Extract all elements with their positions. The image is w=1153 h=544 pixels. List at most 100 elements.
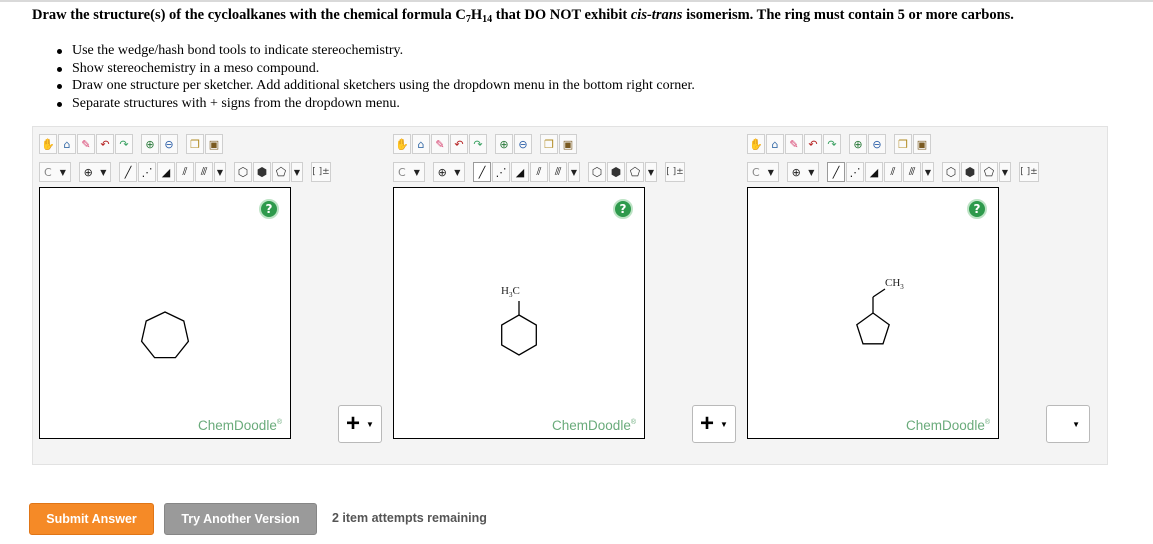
copy-button[interactable]: ❐: [894, 134, 912, 154]
charge-selector[interactable]: ⊕ ▼: [787, 162, 819, 182]
submit-answer-button[interactable]: Submit Answer: [29, 503, 154, 535]
wedge-bond-tool[interactable]: ◢: [511, 162, 529, 182]
bracket-icon: [ ]±: [666, 167, 684, 177]
copy-button[interactable]: ❐: [540, 134, 558, 154]
redo-button[interactable]: ↷: [823, 134, 841, 154]
ring-menu-button[interactable]: ▼: [645, 162, 657, 182]
copy-button[interactable]: ❐: [186, 134, 204, 154]
wedge-bond-icon: ◢: [161, 165, 171, 179]
zoom-out-button[interactable]: ⊖: [868, 134, 886, 154]
zoom-out-icon: ⊖: [518, 137, 528, 151]
chevron-down-icon: ▼: [59, 167, 66, 177]
bracket-tool[interactable]: [ ]±: [665, 162, 685, 182]
double-bond-tool[interactable]: ⫽: [530, 162, 548, 182]
redo-button[interactable]: ↷: [115, 134, 133, 154]
chevron-down-icon: ▼: [293, 167, 301, 177]
erase-button[interactable]: ⌂: [58, 134, 76, 154]
charge-selector[interactable]: ⊕ ▼: [79, 162, 111, 182]
hexagon-ring-tool[interactable]: ⬢: [253, 162, 271, 182]
pentagon-ring-tool[interactable]: ⬠: [272, 162, 290, 182]
redo-button[interactable]: ↷: [469, 134, 487, 154]
methyl-label: CH3: [885, 277, 904, 292]
chevron-down-icon: ▼: [767, 167, 774, 177]
sketcher-2: ✋ ⌂ ✎ ↶ ↷ ⊕ ⊖ ❐ ▣ C ▼ ⊕ ▼ ╱ ⋰ ◢ ⫽ ⫻ ▼ ⬡ ⬢ ⬠ ▼[ ]± H3C? ChemDoodl…: [386, 130, 686, 442]
undo-button[interactable]: ↶: [450, 134, 468, 154]
ring-menu-button[interactable]: ▼: [291, 162, 303, 182]
double-bond-icon: ⫽: [536, 165, 542, 178]
sketcher-canvas[interactable]: H3C? ChemDoodle®: [393, 187, 645, 439]
hexagon-ring-icon: ⬢: [256, 165, 268, 179]
hash-bond-tool[interactable]: ⋰: [846, 162, 864, 182]
help-button[interactable]: ?: [613, 199, 633, 219]
chevron-down-icon: ▼: [924, 167, 932, 177]
zoom-in-icon: ⊕: [853, 137, 863, 151]
single-bond-tool[interactable]: ╱: [119, 162, 137, 182]
copy-icon: ❐: [544, 137, 554, 151]
top-divider: [0, 0, 1153, 2]
hand-button[interactable]: ✋: [39, 134, 57, 154]
benzene-ring-tool[interactable]: ⬡: [588, 162, 606, 182]
hand-button[interactable]: ✋: [393, 134, 411, 154]
wedge-bond-tool[interactable]: ◢: [157, 162, 175, 182]
bracket-tool[interactable]: [ ]±: [311, 162, 331, 182]
erase-button[interactable]: ⌂: [766, 134, 784, 154]
triple-bond-tool[interactable]: ⫻: [549, 162, 567, 182]
erase-button[interactable]: ⌂: [412, 134, 430, 154]
pentagon-ring-icon: ⬠: [983, 165, 995, 179]
paste-icon: ▣: [916, 137, 928, 151]
pentagon-ring-tool[interactable]: ⬠: [980, 162, 998, 182]
element-label: C: [752, 165, 760, 179]
single-bond-tool[interactable]: ╱: [473, 162, 491, 182]
element-selector[interactable]: C ▼: [747, 162, 779, 182]
undo-button[interactable]: ↶: [96, 134, 114, 154]
pencil-button[interactable]: ✎: [77, 134, 95, 154]
hand-button[interactable]: ✋: [747, 134, 765, 154]
triple-bond-icon: ⫻: [554, 165, 562, 178]
paste-button[interactable]: ▣: [913, 134, 931, 154]
pencil-button[interactable]: ✎: [785, 134, 803, 154]
hash-bond-tool[interactable]: ⋰: [138, 162, 156, 182]
double-bond-tool[interactable]: ⫽: [884, 162, 902, 182]
sketcher-canvas[interactable]: CH3? ChemDoodle®: [747, 187, 999, 439]
undo-button[interactable]: ↶: [804, 134, 822, 154]
double-bond-tool[interactable]: ⫽: [176, 162, 194, 182]
bracket-tool[interactable]: [ ]±: [1019, 162, 1039, 182]
help-button[interactable]: ?: [967, 199, 987, 219]
paste-button[interactable]: ▣: [559, 134, 577, 154]
paste-button[interactable]: ▣: [205, 134, 223, 154]
zoom-in-button[interactable]: ⊕: [849, 134, 867, 154]
single-bond-icon: ╱: [478, 165, 486, 179]
separator-dropdown-1[interactable]: + ▼: [338, 405, 382, 443]
wedge-bond-tool[interactable]: ◢: [865, 162, 883, 182]
element-label: C: [44, 165, 52, 179]
hexagon-ring-icon: ⬢: [964, 165, 976, 179]
bond-menu-button[interactable]: ▼: [922, 162, 934, 182]
element-selector[interactable]: C ▼: [393, 162, 425, 182]
add-sketcher-dropdown[interactable]: ▼: [1046, 405, 1090, 443]
try-another-version-button[interactable]: Try Another Version: [164, 503, 317, 535]
triple-bond-tool[interactable]: ⫻: [903, 162, 921, 182]
ring-menu-button[interactable]: ▼: [999, 162, 1011, 182]
element-label: C: [398, 165, 406, 179]
zoom-out-button[interactable]: ⊖: [514, 134, 532, 154]
hash-bond-tool[interactable]: ⋰: [492, 162, 510, 182]
bond-menu-button[interactable]: ▼: [568, 162, 580, 182]
zoom-in-button[interactable]: ⊕: [495, 134, 513, 154]
separator-dropdown-2[interactable]: + ▼: [692, 405, 736, 443]
zoom-out-button[interactable]: ⊖: [160, 134, 178, 154]
help-button[interactable]: ?: [259, 199, 279, 219]
hash-bond-icon: ⋰: [141, 165, 153, 179]
sketcher-canvas[interactable]: ? ChemDoodle®: [39, 187, 291, 439]
benzene-ring-tool[interactable]: ⬡: [234, 162, 252, 182]
pencil-button[interactable]: ✎: [431, 134, 449, 154]
zoom-in-button[interactable]: ⊕: [141, 134, 159, 154]
benzene-ring-tool[interactable]: ⬡: [942, 162, 960, 182]
pentagon-ring-tool[interactable]: ⬠: [626, 162, 644, 182]
single-bond-tool[interactable]: ╱: [827, 162, 845, 182]
charge-selector[interactable]: ⊕ ▼: [433, 162, 465, 182]
hexagon-ring-tool[interactable]: ⬢: [607, 162, 625, 182]
element-selector[interactable]: C ▼: [39, 162, 71, 182]
hexagon-ring-tool[interactable]: ⬢: [961, 162, 979, 182]
bond-menu-button[interactable]: ▼: [214, 162, 226, 182]
triple-bond-tool[interactable]: ⫻: [195, 162, 213, 182]
